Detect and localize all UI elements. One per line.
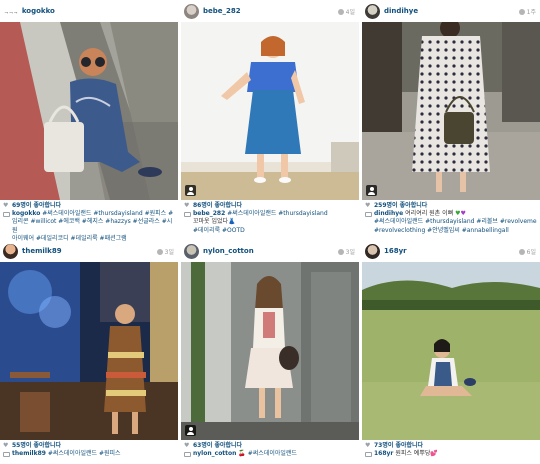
speech-bubble-icon — [184, 452, 191, 458]
avatar[interactable] — [365, 3, 380, 19]
post-time: 3일 — [156, 247, 174, 256]
post-photo[interactable] — [0, 262, 178, 440]
username-link[interactable]: kogokko — [22, 7, 55, 15]
avatar[interactable] — [3, 243, 18, 259]
avatar[interactable] — [184, 243, 199, 259]
caption-text: 🍒 #써스데이아일랜드 — [238, 450, 297, 458]
post-card: 168yr 6일 ♥ 73명이 좋아합니다 168yr 원피스 예뿌당💕 — [362, 240, 540, 464]
post-meta: ♥ 63명이 좋아합니다 nylon_cotton 🍒 #써스데이아일랜드 — [181, 440, 359, 458]
post-header: nylon_cotton 3일 — [181, 240, 359, 262]
caption-text: #써스데이아일랜드 #thursdayisland #리볼브 #revolvem… — [374, 218, 537, 226]
like-count[interactable]: 86명이 좋아합니다 — [193, 202, 242, 210]
heart-icon: ♥ — [365, 202, 371, 209]
username-link[interactable]: nylon_cotton — [203, 247, 254, 255]
post-photo-image — [181, 262, 359, 440]
post-time: 4일 — [337, 7, 355, 16]
post-photo[interactable] — [181, 22, 359, 200]
heart-icon: ♥ — [3, 442, 9, 449]
post-time: 6일 — [518, 247, 536, 256]
post-card: dindihye 1주 ♥ 259명이 좋아합니다 dindihye 여리여리 … — [362, 0, 540, 235]
post-photo[interactable] — [181, 262, 359, 440]
clock-icon — [337, 8, 344, 15]
grid-column-left: ᆨᆨᆨ kogokko ♥ 69명이 좋아합니다 kogokko #써스데이아일… — [0, 0, 178, 464]
caption-text: #써스데이아일랜드 #원피스 — [47, 450, 121, 458]
caption-text: 원피스 예뿌당💕 — [395, 450, 438, 458]
post-photo-image — [362, 262, 540, 440]
purple-heart-emoji: ♥ — [460, 210, 466, 218]
post-header: dindihye 1주 — [362, 0, 540, 22]
tagged-user-icon[interactable] — [185, 185, 196, 196]
speech-bubble-icon — [365, 452, 372, 458]
caption-text: #revolveclothing #안녕벨임씨 #annabellingall — [374, 226, 509, 234]
post-meta: ♥ 73명이 좋아합니다 168yr 원피스 예뿌당💕 — [362, 440, 540, 458]
caption-username[interactable]: bebe_282 — [193, 210, 225, 217]
post-time: 1주 — [518, 7, 536, 16]
caption-username[interactable]: 168yr — [374, 450, 393, 457]
caption-username[interactable]: dindihye — [374, 210, 403, 217]
caption-text: 임리콘 #willicot #에코백 #헤지스 #hazzys #선글라스 #시… — [12, 218, 173, 234]
caption-text: 여리여리 원촌 이뻐 — [405, 210, 454, 218]
like-count[interactable]: 63명이 좋아합니다 — [193, 442, 242, 450]
clock-icon — [156, 248, 163, 255]
caption-text: #데이리룩 #OOTD — [193, 226, 245, 234]
caption-text: #써스데이아일랜드 #thursdayisland #원피스 # — [42, 210, 174, 218]
heart-icon: ♥ — [365, 442, 371, 449]
username-prefix: ᆨᆨᆨ — [4, 8, 18, 15]
post-photo-image — [181, 22, 359, 200]
avatar[interactable] — [184, 3, 199, 19]
post-photo-image — [362, 22, 540, 200]
username-link[interactable]: themilk89 — [22, 247, 62, 255]
like-count[interactable]: 259명이 좋아합니다 — [374, 202, 427, 210]
post-meta: ♥ 259명이 좋아합니다 dindihye 여리여리 원촌 이뻐 ♥♥ #써스… — [362, 200, 540, 235]
like-count[interactable]: 73명이 좋아합니다 — [374, 442, 423, 450]
heart-icon: ♥ — [3, 202, 9, 209]
caption-username[interactable]: nylon_cotton — [193, 450, 236, 457]
speech-bubble-icon — [184, 212, 191, 218]
clock-icon — [518, 248, 525, 255]
speech-bubble-icon — [365, 212, 372, 218]
post-photo[interactable] — [362, 262, 540, 440]
heart-icon: ♥ — [184, 202, 190, 209]
grid-column-middle: bebe_282 4일 ♥ 86명이 좋아합니다 bebe_282 #써스데이아… — [181, 0, 359, 464]
post-meta: ♥ 69명이 좋아합니다 kogokko #써스데이아일랜드 #thursday… — [0, 200, 178, 243]
tagged-user-icon[interactable] — [185, 425, 196, 436]
grid-column-right: dindihye 1주 ♥ 259명이 좋아합니다 dindihye 여리여리 … — [362, 0, 540, 464]
post-card: themilk89 3일 ♥ 55명이 좋아합니다 themilk89 #써스데… — [0, 240, 178, 464]
clock-icon — [518, 8, 525, 15]
post-photo[interactable] — [0, 22, 178, 200]
heart-icon: ♥ — [184, 442, 190, 449]
post-photo[interactable] — [362, 22, 540, 200]
caption-text: 꼬마옷 입었다👗 — [193, 218, 236, 226]
caption-username[interactable]: kogokko — [12, 210, 40, 217]
clock-icon — [337, 248, 344, 255]
post-meta: ♥ 86명이 좋아합니다 bebe_282 #써스데이아일랜드 #thursda… — [181, 200, 359, 235]
caption-text: #써스데이아일랜드 #thursdayisland — [227, 210, 328, 218]
post-photo-image — [0, 262, 178, 440]
username-link[interactable]: bebe_282 — [203, 7, 241, 15]
like-count[interactable]: 69명이 좋아합니다 — [12, 202, 61, 210]
like-count[interactable]: 55명이 좋아합니다 — [12, 442, 61, 450]
username-link[interactable]: 168yr — [384, 247, 407, 255]
caption-username[interactable]: themilk89 — [12, 450, 46, 457]
post-card: nylon_cotton 3일 ♥ 63명이 좋아합니다 nylon_cotto… — [181, 240, 359, 464]
tagged-user-icon[interactable] — [366, 185, 377, 196]
speech-bubble-icon — [3, 212, 10, 218]
speech-bubble-icon — [3, 452, 10, 458]
post-header: bebe_282 4일 — [181, 0, 359, 22]
post-meta: ♥ 55명이 좋아합니다 themilk89 #써스데이아일랜드 #원피스 — [0, 440, 178, 458]
post-card: bebe_282 4일 ♥ 86명이 좋아합니다 bebe_282 #써스데이아… — [181, 0, 359, 235]
post-header: ᆨᆨᆨ kogokko — [0, 0, 178, 22]
post-time: 3일 — [337, 247, 355, 256]
post-photo-image — [0, 22, 178, 200]
post-header: themilk89 3일 — [0, 240, 178, 262]
post-card: ᆨᆨᆨ kogokko ♥ 69명이 좋아합니다 kogokko #써스데이아일… — [0, 0, 178, 242]
avatar[interactable] — [365, 243, 380, 259]
post-header: 168yr 6일 — [362, 240, 540, 262]
username-link[interactable]: dindihye — [384, 7, 418, 15]
